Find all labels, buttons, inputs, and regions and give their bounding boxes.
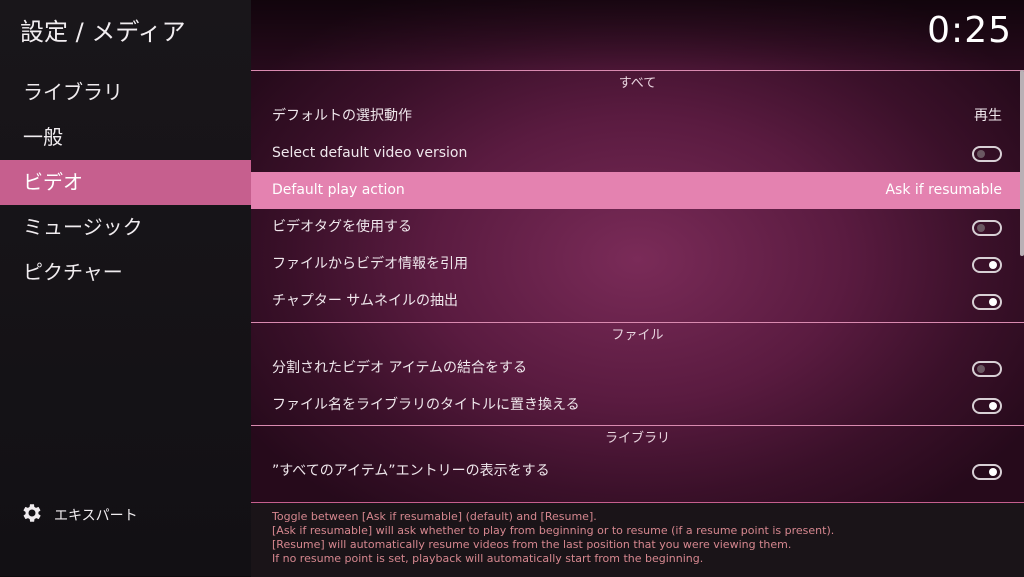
group-header-files: ファイル — [251, 322, 1024, 350]
sidebar: 設定 / メディア ライブラリ 一般 ビデオ ミュージック ピクチャー エキスパ… — [0, 0, 251, 576]
top-bar: 0:25 — [251, 0, 1024, 68]
setting-use-video-tags[interactable]: ビデオタグを使用する — [251, 209, 1024, 246]
setting-label: 分割されたビデオ アイテムの結合をする — [272, 360, 528, 376]
setting-label: Select default video version — [272, 145, 468, 161]
toggle-switch[interactable] — [972, 257, 1002, 273]
description-line: [Resume] will automatically resume video… — [272, 538, 792, 551]
toggle-switch[interactable] — [972, 361, 1002, 377]
setting-value: Ask if resumable — [885, 182, 1002, 198]
setting-label: ファイルからビデオ情報を引用 — [272, 256, 468, 272]
description-line: [Ask if resumable] will ask whether to p… — [272, 524, 835, 537]
group-header-all: すべて — [251, 70, 1024, 98]
sidebar-item-music[interactable]: ミュージック — [0, 205, 251, 250]
setting-label: ファイル名をライブラリのタイトルに置き換える — [272, 397, 580, 413]
expert-level-label: エキスパート — [54, 508, 138, 524]
setting-default-play-action[interactable]: Default play action Ask if resumable — [251, 172, 1024, 209]
setting-extract-video-info[interactable]: ファイルからビデオ情報を引用 — [251, 246, 1024, 283]
sidebar-item-library[interactable]: ライブラリ — [0, 70, 251, 115]
setting-show-all-items-entry[interactable]: ”すべてのアイテム”エントリーの表示をする — [251, 453, 1024, 490]
description-line: If no resume point is set, playback will… — [272, 552, 704, 565]
setting-select-default-video-version[interactable]: Select default video version — [251, 135, 1024, 172]
toggle-switch[interactable] — [972, 464, 1002, 480]
setting-label: Default play action — [272, 182, 405, 198]
setting-combine-split-videos[interactable]: 分割されたビデオ アイテムの結合をする — [251, 350, 1024, 387]
toggle-switch[interactable] — [972, 398, 1002, 414]
toggle-switch[interactable] — [972, 220, 1002, 236]
setting-description-panel: Toggle between [Ask if resumable] (defau… — [251, 502, 1024, 577]
setting-value: 再生 — [974, 108, 1002, 124]
setting-label: デフォルトの選択動作 — [272, 108, 412, 124]
sidebar-item-pictures[interactable]: ピクチャー — [0, 250, 251, 295]
group-header-library: ライブラリ — [251, 425, 1024, 453]
toggle-switch[interactable] — [972, 294, 1002, 310]
toggle-switch[interactable] — [972, 146, 1002, 162]
sidebar-item-video[interactable]: ビデオ — [0, 160, 251, 205]
page-title: 設定 / メディア — [20, 18, 186, 46]
sidebar-item-general[interactable]: 一般 — [0, 115, 251, 160]
setting-replace-filename-with-title[interactable]: ファイル名をライブラリのタイトルに置き換える — [251, 387, 1024, 424]
clock: 0:25 — [927, 10, 1012, 51]
setting-extract-chapter-thumbnails[interactable]: チャプター サムネイルの抽出 — [251, 283, 1024, 320]
setting-label: チャプター サムネイルの抽出 — [272, 293, 459, 309]
gear-icon — [20, 501, 44, 529]
setting-label: ビデオタグを使用する — [272, 219, 412, 235]
expert-level-button[interactable]: エキスパート — [20, 503, 138, 527]
setting-default-select-action[interactable]: デフォルトの選択動作 再生 — [251, 98, 1024, 135]
settings-panel: 0:25 すべて デフォルトの選択動作 再生 Select default vi… — [251, 0, 1024, 577]
scrollbar[interactable] — [1020, 70, 1024, 256]
description-line: Toggle between [Ask if resumable] (defau… — [272, 510, 597, 523]
setting-label: ”すべてのアイテム”エントリーの表示をする — [272, 463, 550, 479]
